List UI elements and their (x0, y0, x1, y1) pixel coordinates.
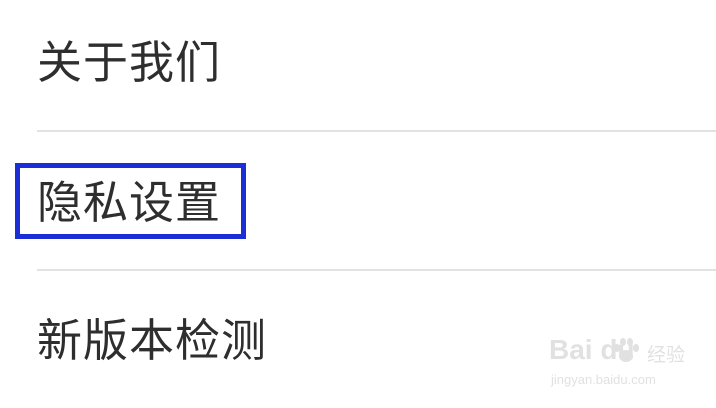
paw-icon (611, 336, 641, 370)
settings-item-label: 关于我们 (37, 36, 222, 89)
baidu-jingyan-watermark: Bai du 经验 jingyan.baidu.com (549, 334, 689, 394)
settings-item-privacy-settings[interactable]: 隐私设置 (0, 158, 716, 248)
watermark-url: jingyan.baidu.com (551, 372, 656, 387)
divider (37, 130, 716, 132)
settings-item-label: 隐私设置 (37, 176, 222, 229)
settings-item-label: 新版本检测 (37, 314, 268, 367)
settings-item-about-us[interactable]: 关于我们 (0, 18, 716, 108)
settings-list: 关于我们 隐私设置 新版本检测 Bai du 经验 jingyan.baidu.… (0, 0, 716, 408)
divider (37, 269, 716, 271)
watermark-cn-text: 经验 (647, 344, 686, 366)
